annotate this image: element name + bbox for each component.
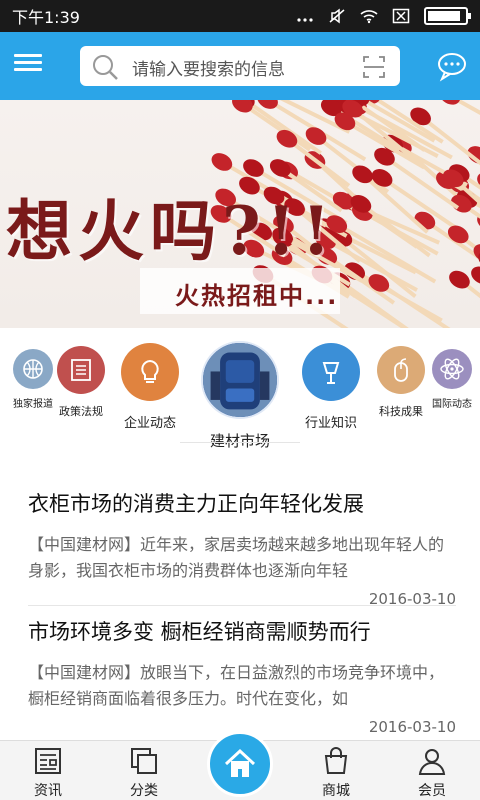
top-bar: 请输入要搜索的信息: [0, 32, 480, 100]
mute-icon: [329, 8, 345, 24]
tab-news[interactable]: 资讯: [0, 741, 96, 800]
article-title: 衣柜市场的消费主力正向年轻化发展: [28, 492, 364, 516]
category-tech[interactable]: 科技成果: [374, 346, 428, 419]
battery-icon: [424, 7, 471, 25]
promo-banner[interactable]: 想火吗?!! 火热招租中...: [0, 100, 480, 328]
search-icon: [93, 55, 118, 80]
menu-line-icon: [14, 61, 42, 64]
basketball-icon: [13, 349, 53, 389]
category-label: 政策法规: [59, 405, 103, 418]
home-button[interactable]: [207, 731, 273, 797]
category-market[interactable]: 建材市场: [198, 341, 282, 451]
tab-label: 分类: [130, 783, 158, 799]
news-icon: [35, 748, 61, 774]
selected-category-divider: [180, 442, 300, 443]
category-international[interactable]: 国际动态: [427, 349, 477, 410]
search-input[interactable]: 请输入要搜索的信息: [80, 46, 400, 86]
user-icon: [418, 749, 446, 775]
menu-button[interactable]: [14, 50, 42, 78]
message-icon[interactable]: [436, 50, 468, 82]
shop-bag-icon: [324, 747, 348, 774]
sim-off-icon: [392, 8, 410, 24]
status-icons: [296, 7, 471, 25]
category-icon: [131, 748, 157, 774]
banner-subline: 火热招租中...: [175, 282, 339, 310]
category-label: 企业动态: [123, 416, 176, 431]
article-item[interactable]: 衣柜市场的消费主力正向年轻化发展 【中国建材网】近年来，家居卖场越来越多地出现年…: [28, 488, 456, 608]
scan-icon[interactable]: [362, 55, 386, 79]
category-policy[interactable]: 政策法规: [54, 346, 108, 419]
tab-label: 资讯: [34, 783, 62, 799]
home-icon: [224, 748, 256, 777]
article-title: 市场环境多变 橱柜经销商需顺势而行: [28, 620, 371, 644]
mic-icon: [302, 343, 360, 401]
menu-line-icon: [14, 68, 42, 71]
category-exclusive[interactable]: 独家报道: [8, 349, 58, 410]
article-summary: 【中国建材网】放眼当下，在日益激烈的市场竞争环境中，橱柜经销商面临着很多压力。时…: [28, 663, 445, 708]
tab-label: 商城: [322, 783, 350, 799]
article-summary: 【中国建材网】近年来，家居卖场越来越多地出现年轻人的身影，我国衣柜市场的消费群体…: [28, 535, 445, 580]
tab-label: 会员: [418, 783, 446, 799]
menu-line-icon: [14, 54, 42, 57]
status-bar: 下午1:39: [0, 0, 480, 32]
market-photo: [201, 341, 279, 419]
wifi-icon: [360, 10, 378, 24]
article-item[interactable]: 市场环境多变 橱柜经销商需顺势而行 【中国建材网】放眼当下，在日益激烈的市场竞争…: [28, 616, 456, 736]
atom-icon: [432, 349, 472, 389]
category-label: 科技成果: [379, 405, 423, 418]
banner-headline: 想火吗?!!: [6, 192, 337, 270]
category-label: 独家报道: [13, 399, 53, 410]
document-icon: [57, 346, 105, 394]
tab-category[interactable]: 分类: [96, 741, 192, 800]
status-time: 下午1:39: [12, 8, 80, 27]
search-placeholder: 请输入要搜索的信息: [132, 60, 285, 80]
signal-dots-icon: [297, 18, 313, 22]
bulb-icon: [121, 343, 179, 401]
article-divider: [28, 605, 456, 606]
tab-member[interactable]: 会员: [384, 741, 480, 800]
category-label: 建材市场: [209, 432, 270, 450]
tab-shop[interactable]: 商城: [288, 741, 384, 800]
category-knowledge[interactable]: 行业知识: [299, 343, 363, 431]
category-enterprise[interactable]: 企业动态: [118, 343, 182, 431]
category-label: 国际动态: [432, 399, 472, 410]
category-label: 行业知识: [304, 416, 357, 431]
mouse-icon: [377, 346, 425, 394]
